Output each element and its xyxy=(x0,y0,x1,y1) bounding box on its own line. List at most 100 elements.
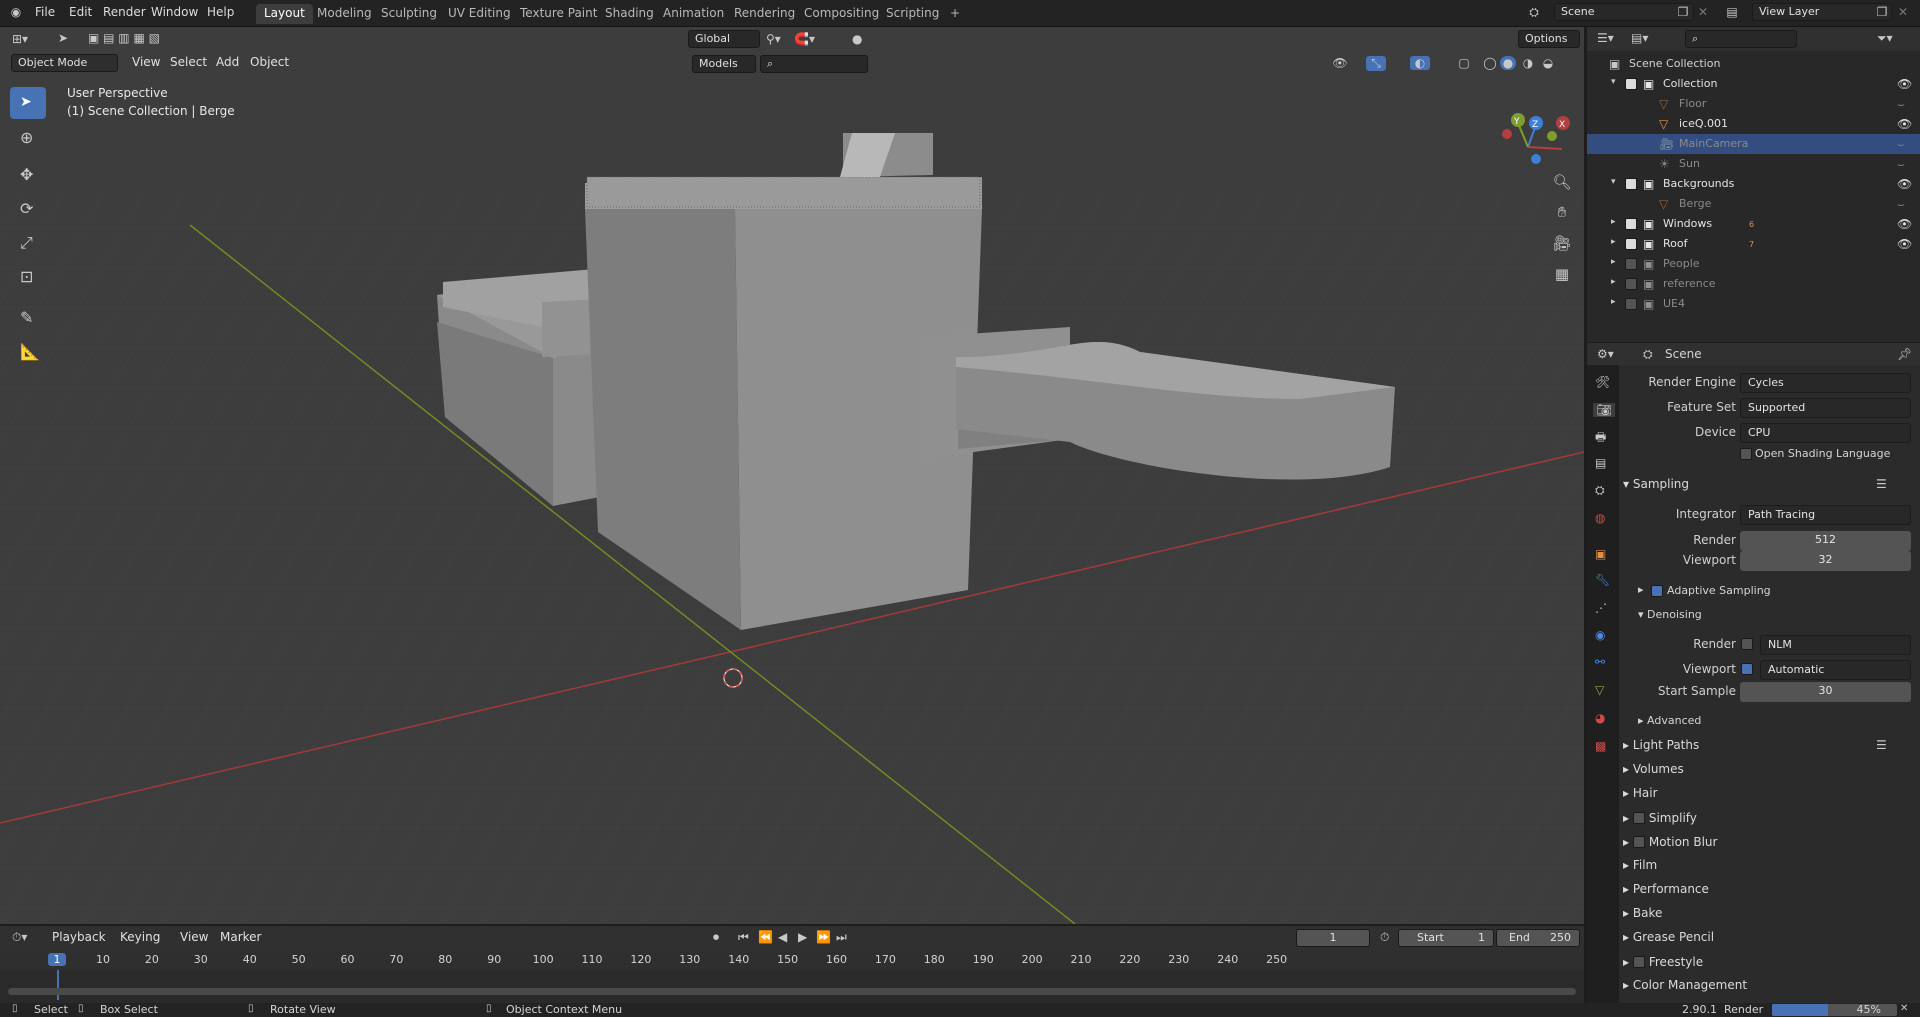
outliner-search-input[interactable]: ⌕ xyxy=(1685,30,1797,48)
collection-filter-select[interactable]: Models xyxy=(692,55,756,73)
eye-icon[interactable]: 👁 xyxy=(1897,217,1912,231)
tab-rendering[interactable]: Rendering xyxy=(726,4,803,24)
xray-icon[interactable]: ▢ xyxy=(1456,56,1472,70)
panel-sampling[interactable]: ▾ Sampling xyxy=(1623,477,1913,491)
modifier-tab-icon[interactable]: 🔧︎ xyxy=(1595,573,1610,587)
menu-file[interactable]: File xyxy=(35,5,55,19)
menu-keying[interactable]: Keying xyxy=(114,928,166,948)
menu-render[interactable]: Render xyxy=(103,5,146,19)
panel-header[interactable]: ▸ Hair xyxy=(1623,786,1913,800)
filter-icon[interactable]: ⏷▾ xyxy=(1877,31,1893,46)
cancel-render-icon[interactable]: ✕ xyxy=(1900,1003,1908,1014)
camera-view-icon[interactable]: 🎥︎ xyxy=(1552,234,1572,252)
pan-hand-icon[interactable]: ✋︎ xyxy=(1552,203,1572,221)
panel-header[interactable]: ▸ Color Management xyxy=(1623,978,1913,992)
close-icon[interactable]: ✕ xyxy=(1696,5,1710,19)
scene-tab-icon[interactable]: ⛭ xyxy=(1595,483,1605,498)
select-mode-icon[interactable]: ➤ xyxy=(52,31,74,45)
scale-tool-button[interactable]: ⤢ xyxy=(10,227,46,259)
collection-exclude-checkbox[interactable] xyxy=(1625,298,1637,310)
panel-header[interactable]: ▸ Light Paths xyxy=(1623,738,1913,752)
snap-icon[interactable]: 🧲▾ xyxy=(794,32,815,46)
rotate-tool-button[interactable]: ⟳ xyxy=(10,193,46,225)
preview-range-icon[interactable]: ⏱ xyxy=(1380,930,1389,945)
panel-header[interactable]: ▸ Simplify xyxy=(1623,810,1913,825)
denoise-render-checkbox[interactable] xyxy=(1741,638,1753,650)
menu-add[interactable]: Add xyxy=(210,53,245,73)
display-mode-icon[interactable]: ▤▾ xyxy=(1631,31,1648,45)
view-layer-tab-icon[interactable]: ▤ xyxy=(1595,456,1606,470)
outliner-row[interactable]: ▸ ▣ Roof 7 👁 xyxy=(1587,234,1920,254)
blender-logo-icon[interactable]: ◉ xyxy=(8,5,24,19)
menu-playback[interactable]: Playback xyxy=(46,928,112,948)
collection-exclude-checkbox[interactable] xyxy=(1625,78,1637,90)
osl-checkbox[interactable] xyxy=(1740,448,1752,460)
tab-shading[interactable]: Shading xyxy=(597,4,662,24)
mode-select[interactable]: Object Mode xyxy=(11,54,118,72)
output-tab-icon[interactable]: 🖶 xyxy=(1595,428,1606,449)
outliner-row[interactable]: ▸ ▣ People xyxy=(1587,254,1920,274)
tab-layout[interactable]: Layout xyxy=(256,4,313,24)
expand-chevron-icon[interactable]: ▸ xyxy=(1611,297,1616,307)
tab-uv-editing[interactable]: UV Editing xyxy=(440,4,519,24)
solid-shading-icon[interactable]: ● xyxy=(1500,56,1516,70)
adaptive-sampling-checkbox[interactable] xyxy=(1651,585,1663,597)
denoise-viewport-select[interactable]: Automatic xyxy=(1760,660,1911,680)
select-box-tool-button[interactable]: ➤ xyxy=(10,87,46,119)
expand-chevron-icon[interactable]: ▸ xyxy=(1611,217,1616,227)
expand-chevron-icon[interactable]: ▸ xyxy=(1611,277,1616,287)
collection-exclude-checkbox[interactable] xyxy=(1625,278,1637,290)
editor-type-icon[interactable]: ⊞▾ xyxy=(12,32,28,46)
start-sample-field[interactable]: 30 xyxy=(1740,682,1911,702)
panel-header[interactable]: ▸ Film xyxy=(1623,858,1913,872)
move-tool-button[interactable]: ✥ xyxy=(10,159,46,191)
render-samples-field[interactable]: 512 xyxy=(1740,531,1911,551)
eye-closed-icon[interactable]: ⌣ xyxy=(1897,137,1905,152)
render-tab-icon[interactable]: 📷︎ xyxy=(1593,403,1615,417)
outliner-row[interactable]: ☀ Sun ⌣ xyxy=(1587,154,1920,174)
menu-view[interactable]: View xyxy=(126,53,166,73)
menu-help[interactable]: Help xyxy=(207,5,234,19)
material-tab-icon[interactable]: ◕ xyxy=(1595,711,1605,725)
tab-scripting[interactable]: Scripting xyxy=(878,4,947,24)
eye-icon[interactable]: 👁 xyxy=(1897,117,1912,131)
object-tab-icon[interactable]: ▣ xyxy=(1595,547,1606,561)
panel-header[interactable]: ▸ Grease Pencil xyxy=(1623,930,1913,944)
denoising-subpanel[interactable]: ▾ Denoising xyxy=(1638,608,1702,621)
physics-tab-icon[interactable]: ◉ xyxy=(1595,628,1605,642)
jump-end-icon[interactable]: ⏭ xyxy=(836,930,847,945)
texture-tab-icon[interactable]: ▩ xyxy=(1595,739,1606,753)
play-icon[interactable]: ▶ xyxy=(798,930,807,944)
particles-tab-icon[interactable]: ⋰ xyxy=(1595,601,1607,615)
record-icon[interactable]: ⏺ xyxy=(713,930,719,945)
orientation-select[interactable]: Global xyxy=(688,30,760,48)
new-view-layer-icon[interactable]: ❐ xyxy=(1875,5,1889,19)
tab-animation[interactable]: Animation xyxy=(655,4,732,24)
tab-modeling[interactable]: Modeling xyxy=(309,4,380,24)
start-frame-field[interactable]: Start 1 xyxy=(1398,929,1494,947)
adaptive-sampling-subpanel[interactable]: ▸ xyxy=(1638,583,1644,596)
current-frame-field[interactable]: 1 xyxy=(1296,929,1370,947)
device-select[interactable]: CPU xyxy=(1740,423,1911,443)
outliner-row[interactable]: ▸ ▣ UE4 xyxy=(1587,294,1920,314)
panel-header[interactable]: ▸ Volumes xyxy=(1623,762,1913,776)
eye-icon[interactable]: 👁 xyxy=(1897,237,1912,251)
outliner-row[interactable]: ▸ ▣ Windows 6 👁 xyxy=(1587,214,1920,234)
wireframe-shading-icon[interactable]: ◯ xyxy=(1482,56,1498,70)
panel-header[interactable]: ▸ Bake xyxy=(1623,906,1913,920)
ortho-grid-icon[interactable]: ▦ xyxy=(1552,265,1572,283)
outliner-row[interactable]: ▽ Floor ⌣ xyxy=(1587,94,1920,114)
denoise-viewport-checkbox[interactable] xyxy=(1741,663,1753,675)
menu-window[interactable]: Window xyxy=(151,5,198,19)
eye-closed-icon[interactable]: ⌣ xyxy=(1897,157,1905,172)
expand-chevron-icon[interactable]: ▸ xyxy=(1611,257,1616,267)
material-shading-icon[interactable]: ◑ xyxy=(1520,56,1536,70)
panel-enable-checkbox[interactable] xyxy=(1632,956,1645,968)
menu-view[interactable]: View xyxy=(174,928,214,948)
play-reverse-icon[interactable]: ◀ xyxy=(778,930,787,944)
eye-closed-icon[interactable]: ⌣ xyxy=(1897,197,1905,212)
expand-chevron-icon[interactable]: ▾ xyxy=(1611,77,1616,87)
next-keyframe-icon[interactable]: ⏩ xyxy=(816,930,831,944)
eye-icon[interactable]: 👁 xyxy=(1897,177,1912,191)
cursor-tool-button[interactable]: ⊕ xyxy=(10,122,46,154)
